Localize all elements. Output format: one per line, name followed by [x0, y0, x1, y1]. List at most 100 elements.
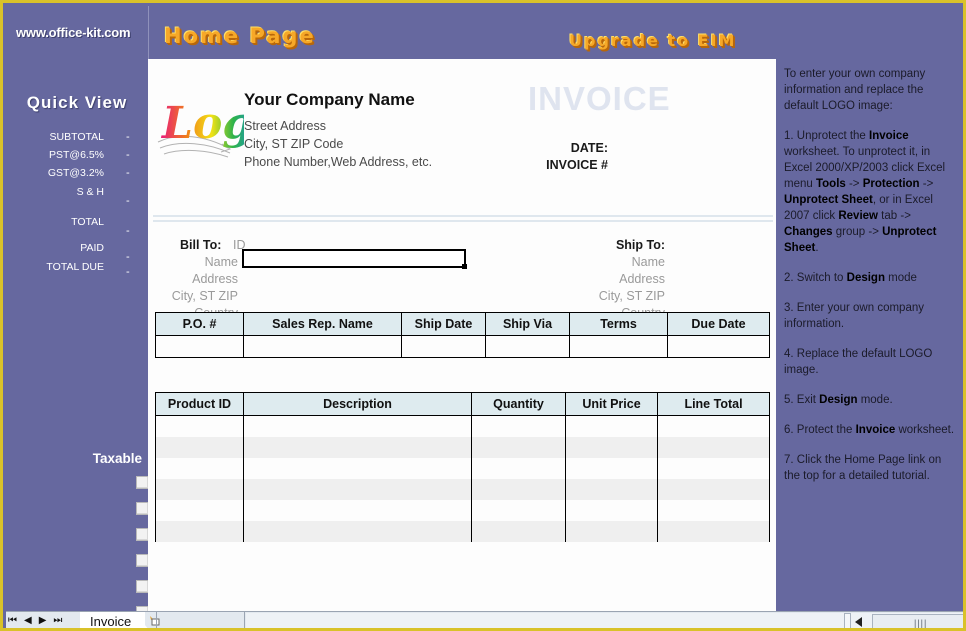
bill-to-field-address: Address: [192, 272, 238, 286]
column-header-quantity: Quantity: [471, 392, 566, 416]
table-cell[interactable]: [657, 458, 770, 479]
home-page-link[interactable]: Home Page: [164, 24, 316, 48]
table-cell[interactable]: [471, 437, 566, 458]
scrollbar-splitter-handle[interactable]: [844, 613, 851, 628]
ship-to-field-city: City, ST ZIP: [598, 289, 665, 303]
quick-view-value: -: [126, 266, 130, 278]
table-row[interactable]: [155, 521, 770, 542]
invoice-number-label: INVOICE #: [546, 158, 608, 172]
table-cell[interactable]: [565, 500, 658, 521]
site-url-label: www.office-kit.com: [16, 25, 131, 40]
table-cell[interactable]: [155, 479, 244, 500]
new-sheet-icon[interactable]: [147, 614, 161, 628]
table-cell[interactable]: [565, 479, 658, 500]
table-cell[interactable]: [565, 521, 658, 542]
table-cell[interactable]: [243, 415, 472, 437]
table-row[interactable]: [155, 500, 770, 521]
svg-text:Logo: Logo: [160, 98, 244, 149]
quick-view-row: SUBTOTAL -: [6, 131, 148, 146]
scroll-left-icon[interactable]: [855, 617, 862, 627]
invoice-sheet: Logo Your Company Name Street Address Ci…: [148, 59, 776, 611]
ship-to-field-address: Address: [619, 272, 665, 286]
table-cell[interactable]: [155, 335, 244, 358]
column-header-terms: Terms: [569, 312, 668, 336]
quick-view-row: PST@6.5% -: [6, 149, 148, 164]
quick-view-panel: Quick View SUBTOTAL - PST@6.5% - GST@3.2…: [6, 59, 149, 619]
table-cell[interactable]: [155, 458, 244, 479]
table-cell[interactable]: [565, 437, 658, 458]
table-header-row: P.O. # Sales Rep. Name Ship Date Ship Vi…: [155, 312, 770, 336]
company-address-line: Street Address: [244, 119, 326, 133]
quick-view-label: SUBTOTAL: [49, 131, 104, 143]
table-cell[interactable]: [243, 458, 472, 479]
company-address-line: City, ST ZIP Code: [244, 137, 344, 151]
column-header-unit-price: Unit Price: [565, 392, 658, 416]
last-sheet-icon[interactable]: ⏭: [53, 615, 62, 626]
first-sheet-icon[interactable]: ⏮: [8, 615, 17, 626]
quick-view-row: S & H -: [6, 186, 148, 207]
table-cell[interactable]: [155, 521, 244, 542]
quick-view-value: -: [126, 131, 130, 143]
table-cell[interactable]: [565, 458, 658, 479]
quick-view-row: TOTAL -: [6, 216, 148, 237]
next-sheet-icon[interactable]: ▶: [39, 615, 47, 626]
table-cell[interactable]: [471, 500, 566, 521]
table-cell[interactable]: [243, 521, 472, 542]
table-cell[interactable]: [243, 437, 472, 458]
column-header-shipdate: Ship Date: [401, 312, 486, 336]
table-cell[interactable]: [471, 479, 566, 500]
instruction-step-5: 5. Exit Design mode.: [784, 394, 893, 406]
table-cell[interactable]: [569, 335, 668, 358]
column-header-shipvia: Ship Via: [485, 312, 570, 336]
table-cell[interactable]: [243, 500, 472, 521]
quick-view-label: GST@3.2%: [47, 167, 104, 179]
quick-view-value: -: [126, 167, 130, 179]
quick-view-row: PAID -: [6, 242, 148, 263]
table-header-row: Product ID Description Quantity Unit Pri…: [155, 392, 770, 416]
table-cell[interactable]: [667, 335, 770, 358]
table-cell[interactable]: [657, 500, 770, 521]
table-row[interactable]: [155, 437, 770, 458]
company-logo-image[interactable]: Logo: [156, 86, 282, 164]
sheet-nav-buttons: ⏮ ◀ ▶ ⏭: [8, 615, 78, 626]
date-label: DATE:: [570, 141, 608, 155]
table-cell[interactable]: [471, 458, 566, 479]
taxable-column-label: Taxable: [92, 451, 142, 466]
table-cell[interactable]: [657, 415, 770, 437]
table-cell[interactable]: [565, 415, 658, 437]
table-cell[interactable]: [471, 521, 566, 542]
table-cell[interactable]: [657, 437, 770, 458]
company-name: Your Company Name: [244, 90, 415, 109]
table-cell[interactable]: [471, 415, 566, 437]
table-row[interactable]: [155, 479, 770, 500]
table-cell[interactable]: [401, 335, 486, 358]
table-cell[interactable]: [657, 521, 770, 542]
table-row[interactable]: [155, 458, 770, 479]
table-cell[interactable]: [243, 335, 402, 358]
table-cell[interactable]: [155, 437, 244, 458]
table-cell[interactable]: [657, 479, 770, 500]
quick-view-label: S & H: [76, 186, 104, 198]
column-header-po: P.O. #: [155, 312, 244, 336]
table-row[interactable]: [155, 415, 770, 437]
ship-to-heading: Ship To:: [615, 238, 665, 252]
ship-to-field-name: Name: [631, 255, 665, 269]
table-cell[interactable]: [155, 415, 244, 437]
table-cell[interactable]: [155, 500, 244, 521]
invoice-title-watermark: INVOICE: [528, 80, 671, 117]
quick-view-label: PST@6.5%: [48, 149, 104, 161]
instructions-intro: To enter your own company information an…: [784, 68, 926, 112]
upgrade-to-eim-link[interactable]: Upgrade to EIM: [569, 31, 736, 50]
bill-to-name-input[interactable]: [242, 249, 466, 268]
table-cell[interactable]: [485, 335, 570, 358]
instruction-step-7: 7. Click the Home Page link on the top f…: [784, 454, 942, 482]
selection-handle[interactable]: [462, 264, 467, 269]
table-row[interactable]: [155, 335, 770, 358]
table-cell[interactable]: [243, 479, 472, 500]
statusbar-divider: [244, 612, 245, 628]
quick-view-label: TOTAL DUE: [46, 261, 104, 273]
header-divider: [153, 220, 773, 222]
instruction-step-4: 4. Replace the default LOGO image.: [784, 348, 933, 376]
bill-to-field-name: Name: [204, 255, 238, 269]
prev-sheet-icon[interactable]: ◀: [24, 615, 32, 626]
